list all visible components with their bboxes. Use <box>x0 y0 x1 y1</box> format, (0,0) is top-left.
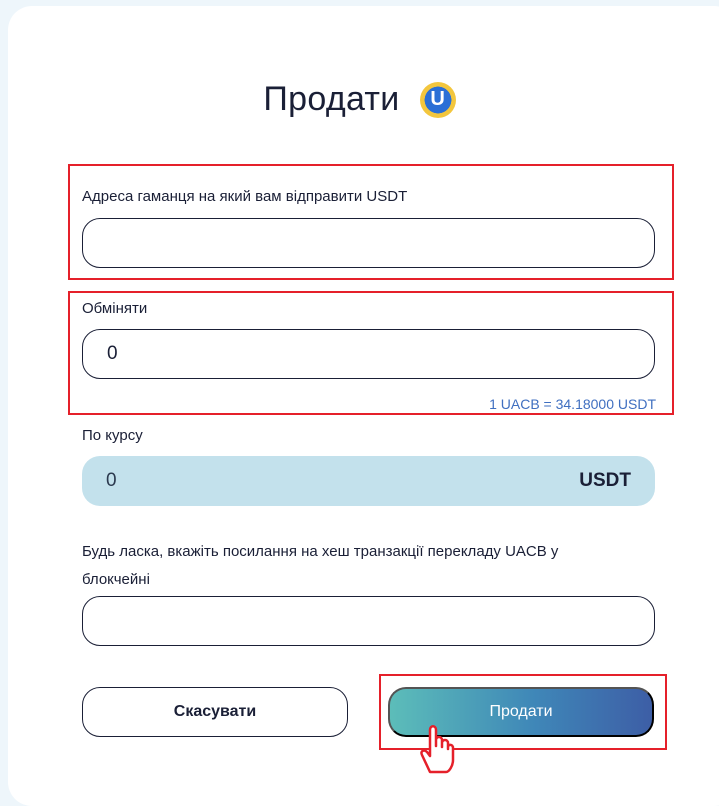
rate-label: По курсу <box>82 427 143 444</box>
exchange-amount-input[interactable]: 0 <box>82 329 655 379</box>
rate-currency: USDT <box>579 470 631 491</box>
page-title: Продати <box>263 80 400 118</box>
uacb-coin-icon: U <box>419 81 456 118</box>
rate-output: 0 USDT <box>82 456 655 506</box>
transaction-hash-input[interactable] <box>82 596 655 646</box>
exchange-label: Обміняти <box>82 300 148 317</box>
rate-value: 0 <box>106 470 117 491</box>
hand-pointer-icon <box>420 725 455 774</box>
transaction-hash-label: Будь ласка, вкажіть посилання на хеш тра… <box>82 543 559 588</box>
form-header: Продати U <box>0 80 719 119</box>
wallet-address-input[interactable] <box>82 218 655 268</box>
cancel-button[interactable]: Скасувати <box>82 687 348 737</box>
exchange-rate-hint: 1 UACB = 34.18000 USDT <box>489 396 656 412</box>
wallet-address-label: Адреса гаманця на який вам відправити US… <box>82 188 408 205</box>
